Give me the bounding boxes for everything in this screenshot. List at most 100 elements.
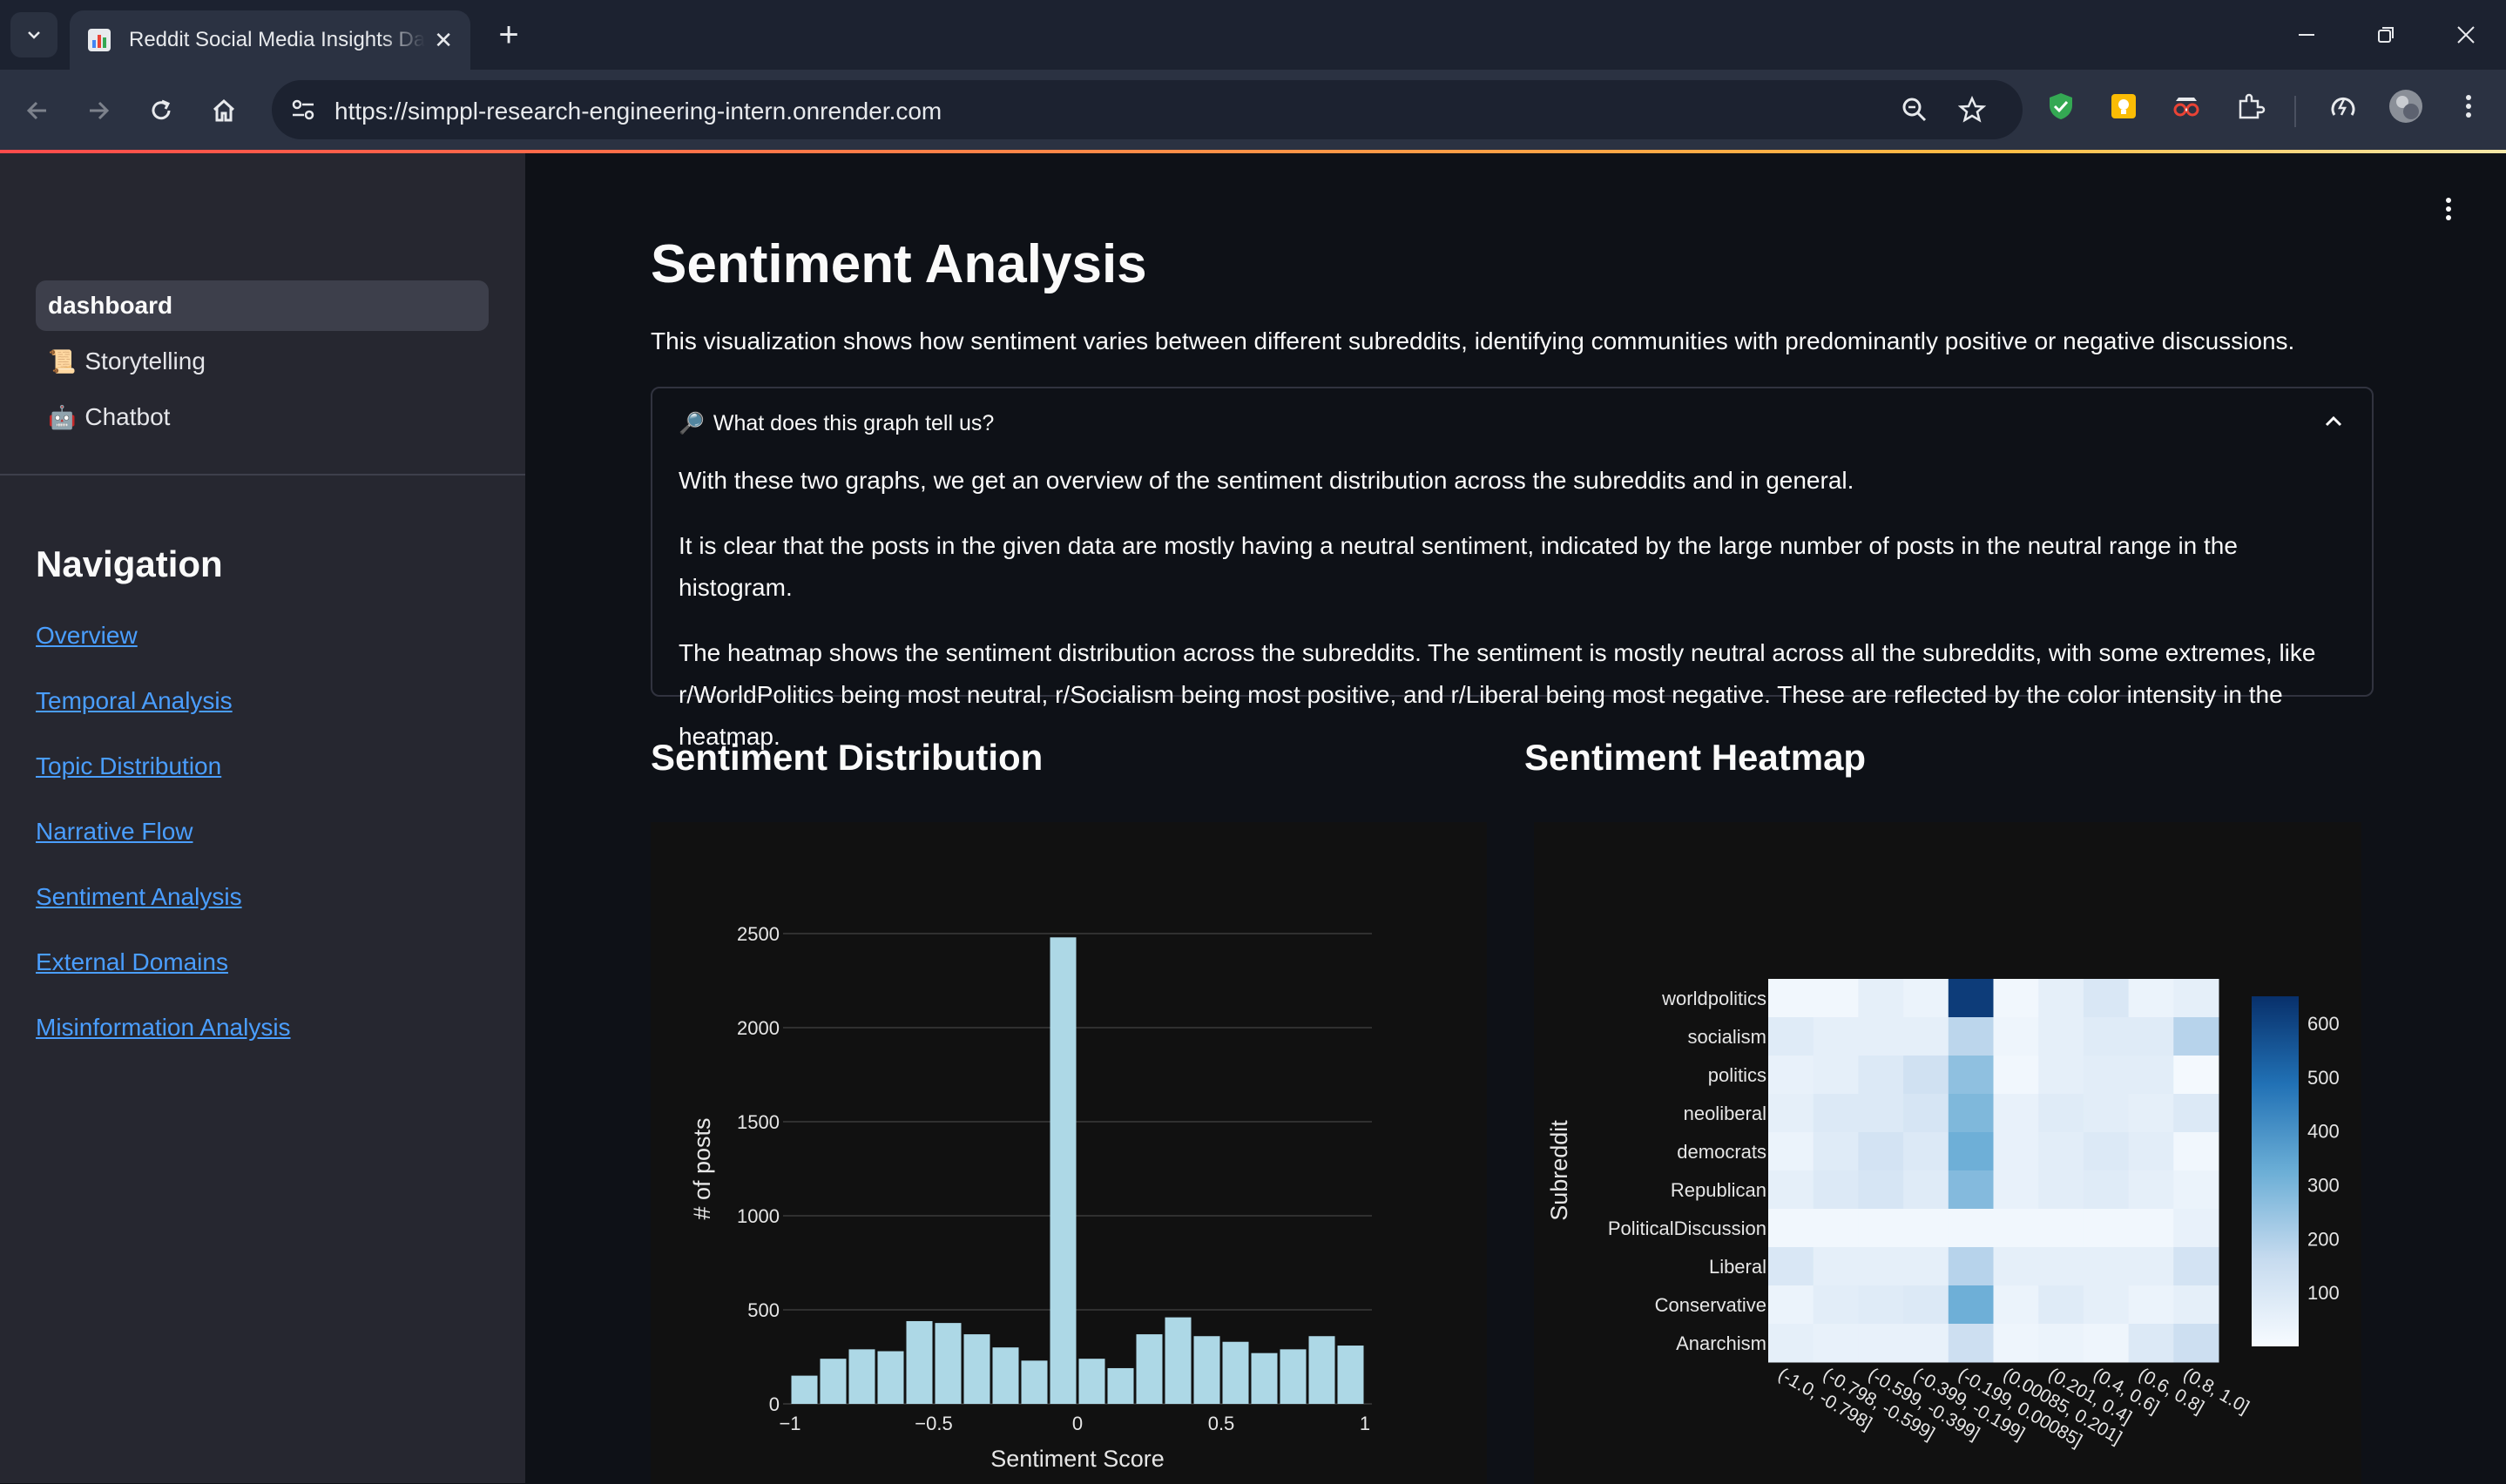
minimize-icon [2299,34,2314,36]
row-label: politics [1708,1064,1766,1086]
row-label: Republican [1671,1179,1766,1201]
heatmap-cell [1903,1324,1949,1363]
browser-toolbar: https://simppl-research-engineering-inte… [0,70,2506,150]
nav-link-external-domains[interactable]: External Domains [36,947,291,1012]
bookmark-star-icon[interactable] [1958,96,1986,124]
zoom-icon[interactable] [1901,96,1928,124]
extension-keep[interactable] [2106,89,2141,124]
nav-link-temporal-analysis[interactable]: Temporal Analysis [36,685,291,751]
heatmap-cell [1903,1170,1949,1210]
heatmap-chart[interactable]: worldpolitics socialism politics neoliberal… [1534,822,2361,1484]
heatmap-cell [1768,1094,1814,1133]
lightbulb-icon [2111,94,2136,118]
heatmap-cell [1858,1132,1904,1171]
histogram-bar [1251,1352,1278,1404]
back-button[interactable] [16,89,59,132]
heatmap-cell [2128,1094,2174,1133]
histogram-bar [1337,1346,1364,1404]
browser-tab-bar: Reddit Social Media Insights Dashboard ✕… [0,0,2506,70]
extension-spy[interactable] [2169,89,2204,124]
heatmap-cell [1813,1285,1859,1325]
profile-avatar[interactable] [2388,89,2423,124]
forward-button[interactable] [77,89,120,132]
histogram-bar [992,1347,1019,1404]
nav-link-overview[interactable]: Overview [36,620,291,685]
x-tick-label: −1 [779,1413,800,1434]
nav-link-topic-distribution[interactable]: Topic Distribution [36,751,291,816]
tab-search-button[interactable] [10,12,57,57]
heatmap-cell [1813,1170,1859,1210]
magnifier-icon: 🔎 [679,412,705,435]
heatmap-cell [2173,1324,2219,1363]
nav-link-misinformation-analysis[interactable]: Misinformation Analysis [36,1012,291,1077]
explanation-paragraph: With these two graphs, we get an overvie… [679,467,1854,494]
new-tab-button[interactable]: + [490,16,528,54]
heatmap-cell [2128,1247,2174,1286]
nav-link-sentiment-analysis[interactable]: Sentiment Analysis [36,881,291,947]
y-tick-label: 2000 [737,1017,780,1039]
page-title: Sentiment Analysis [651,234,1147,294]
address-bar[interactable]: https://simppl-research-engineering-inte… [272,80,2023,139]
heatmap-cell [1948,1247,1994,1286]
heatmap-cell [1813,979,1859,1018]
heatmap-cell [2083,1094,2130,1133]
chevron-up-icon[interactable] [2321,409,2346,434]
histogram-bar [1222,1341,1249,1404]
navigation-heading: Navigation [36,543,223,584]
extension-shield[interactable] [2043,89,2078,124]
histogram-bar [1021,1360,1048,1404]
main-content: Sentiment Analysis This visualization sh… [525,153,2506,1484]
heatmap-cell [2083,1247,2130,1286]
close-icon [2457,26,2475,44]
app-menu-button[interactable] [2443,195,2454,231]
site-info-icon[interactable] [289,96,317,124]
home-button[interactable] [202,89,246,132]
expander-header[interactable]: 🔎 What does this graph tell us? [679,411,994,436]
nav-link-narrative-flow[interactable]: Narrative Flow [36,816,291,881]
y-axis-label: # of posts [689,1117,715,1219]
close-window-button[interactable] [2440,16,2492,54]
puzzle-icon [2239,93,2266,119]
page-nav-label: dashboard [48,292,173,319]
heatmap-cell [1768,1132,1814,1171]
heatmap-cell [1858,1209,1904,1248]
histogram-bar [963,1334,990,1404]
heatmap-cell [1903,1247,1949,1286]
page-nav-dashboard[interactable]: dashboard [36,280,489,331]
reload-button[interactable] [139,89,183,132]
page-nav-label: Storytelling [84,347,206,374]
heatmap-cell [1858,1170,1904,1210]
home-icon [213,98,235,122]
histogram-chart[interactable]: 0 500 1000 1500 2000 2500 −1 −0.5 0 0.5 1 Sentiment… [651,822,1487,1484]
histogram-bar [906,1320,933,1404]
browser-menu-button[interactable] [2451,89,2486,124]
colorbar-tick-label: 300 [2307,1174,2340,1196]
heatmap-cell [2128,1132,2174,1171]
intro-text: This visualization shows how sentiment v… [651,327,2295,354]
heatmap-cell [1813,1324,1859,1363]
heatmap-cell [1858,1247,1904,1286]
page-nav-chatbot[interactable]: 🤖 Chatbot [36,392,489,442]
y-tick-label: 0 [769,1393,780,1415]
row-label: socialism [1688,1026,1766,1048]
heatmap-cell [1993,1132,2039,1171]
histogram-bar [848,1349,875,1404]
performance-button[interactable] [2326,89,2361,124]
avatar-icon [2389,90,2422,123]
expander-body: With these two graphs, we get an overvie… [679,460,2351,781]
browser-tab[interactable]: Reddit Social Media Insights Dashboard ✕ [70,10,470,70]
histogram-bar [1165,1317,1192,1404]
histogram-bar [1308,1336,1335,1404]
page-navigation: dashboard 📜 Storytelling 🤖 Chatbot [36,280,489,448]
page-nav-storytelling[interactable]: 📜 Storytelling [36,336,489,387]
heatmap-cell [2128,1170,2174,1210]
close-tab-icon[interactable]: ✕ [434,27,453,54]
heatmap-cell [1768,1324,1814,1363]
minimize-button[interactable] [2280,16,2333,54]
heatmap-cell [1948,1170,1994,1210]
y-axis-label: Subreddit [1546,1120,1572,1221]
restore-button[interactable] [2360,16,2412,54]
extensions-button[interactable] [2233,89,2268,124]
graph-explanation-expander: 🔎 What does this graph tell us? With the… [651,387,2374,750]
histogram-bar [1193,1336,1220,1404]
